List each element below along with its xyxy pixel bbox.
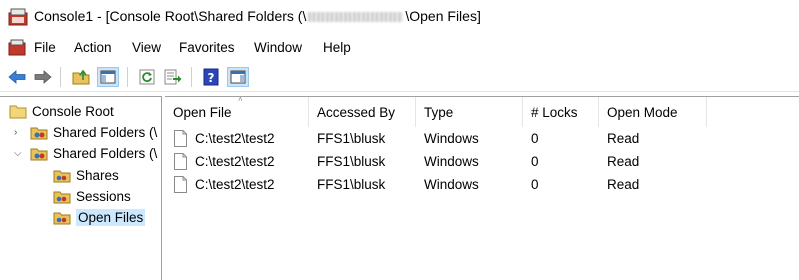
- window-title: Console1 - [Console Root\Shared Folders …: [34, 8, 481, 24]
- tree-label: Shared Folders (\: [53, 124, 158, 140]
- cell-accessed-by: FFS1\blusk: [317, 177, 386, 192]
- cell-locks: 0: [531, 154, 539, 169]
- menu-help[interactable]: Help: [323, 40, 351, 55]
- tree-item-shares[interactable]: Shares: [53, 165, 119, 185]
- up-folder-icon[interactable]: [70, 67, 92, 87]
- tree-item-open-files[interactable]: Open Files: [53, 207, 146, 227]
- toolbar: ?: [0, 61, 799, 92]
- cell-type: Windows: [424, 154, 479, 169]
- tree-item-shared-folders-2[interactable]: ⌵ Shared Folders (\: [14, 143, 157, 163]
- export-list-icon[interactable]: [162, 67, 184, 87]
- open-files-folder-icon: [53, 212, 71, 224]
- menu-action[interactable]: Action: [74, 40, 112, 55]
- column-header-locks[interactable]: # Locks: [523, 97, 599, 127]
- folder-icon: [9, 105, 27, 118]
- help-icon[interactable]: ?: [200, 67, 222, 87]
- shares-folder-icon: [53, 170, 71, 182]
- table-row[interactable]: C:\test2\test2 FFS1\blusk Windows 0 Read: [165, 128, 799, 151]
- column-header-open-file[interactable]: ˄ Open File: [165, 97, 309, 127]
- table-row[interactable]: C:\test2\test2 FFS1\blusk Windows 0 Read: [165, 174, 799, 197]
- back-arrow-icon[interactable]: [6, 67, 28, 87]
- shared-folders-icon: [30, 127, 48, 139]
- console-tree[interactable]: Console Root › Shared Folders (\ ⌵ Share…: [0, 96, 162, 280]
- cell-open-file: C:\test2\test2: [195, 154, 275, 169]
- forward-arrow-icon[interactable]: [32, 67, 54, 87]
- file-icon: [174, 176, 187, 193]
- tree-item-shared-folders-1[interactable]: › Shared Folders (\: [14, 122, 157, 142]
- cell-open-file: C:\test2\test2: [195, 131, 275, 146]
- tree-label: Sessions: [76, 188, 131, 204]
- cell-open-mode: Read: [607, 154, 640, 169]
- mmc-console-icon: [8, 8, 28, 26]
- cell-open-mode: Read: [607, 131, 640, 146]
- cell-locks: 0: [531, 177, 539, 192]
- sort-up-icon: ˄: [238, 96, 243, 104]
- shared-folders-icon: [30, 148, 48, 160]
- menu-favorites[interactable]: Favorites: [179, 40, 235, 55]
- cell-open-mode: Read: [607, 177, 640, 192]
- menu-view[interactable]: View: [132, 40, 161, 55]
- title-bar[interactable]: Console1 - [Console Root\Shared Folders …: [0, 0, 799, 34]
- tree-label: Shared Folders (\: [53, 145, 158, 161]
- cell-accessed-by: FFS1\blusk: [317, 154, 386, 169]
- cell-type: Windows: [424, 177, 479, 192]
- cell-open-file: C:\test2\test2: [195, 177, 275, 192]
- chevron-down-icon[interactable]: ⌵: [14, 148, 24, 159]
- column-header-accessed-by[interactable]: Accessed By: [309, 97, 416, 127]
- redacted-server-name: [308, 12, 404, 23]
- console-menu-icon[interactable]: [8, 39, 26, 56]
- tree-item-console-root[interactable]: Console Root: [9, 101, 114, 121]
- menu-file[interactable]: File: [34, 40, 56, 55]
- tree-label: Console Root: [32, 103, 114, 119]
- show-hide-action-pane-icon[interactable]: [227, 67, 249, 87]
- menu-bar: File Action View Favorites Window Help: [0, 36, 799, 60]
- svg-text:?: ?: [208, 71, 215, 85]
- tree-item-sessions[interactable]: Sessions: [53, 186, 131, 206]
- show-hide-console-tree-icon[interactable]: [97, 67, 119, 87]
- column-header-open-mode[interactable]: Open Mode: [599, 97, 707, 127]
- file-icon: [174, 153, 187, 170]
- cell-locks: 0: [531, 131, 539, 146]
- file-icon: [174, 130, 187, 147]
- cell-accessed-by: FFS1\blusk: [317, 131, 386, 146]
- sessions-folder-icon: [53, 191, 71, 203]
- column-header-type[interactable]: Type: [416, 97, 523, 127]
- tree-label: Open Files: [76, 208, 146, 226]
- open-files-list[interactable]: ˄ Open File Accessed By Type # Locks Ope…: [165, 96, 799, 280]
- chevron-right-icon[interactable]: ›: [14, 127, 24, 138]
- menu-window[interactable]: Window: [254, 40, 302, 55]
- cell-type: Windows: [424, 131, 479, 146]
- refresh-icon[interactable]: [136, 67, 158, 87]
- table-row[interactable]: C:\test2\test2 FFS1\blusk Windows 0 Read: [165, 151, 799, 174]
- tree-label: Shares: [76, 167, 119, 183]
